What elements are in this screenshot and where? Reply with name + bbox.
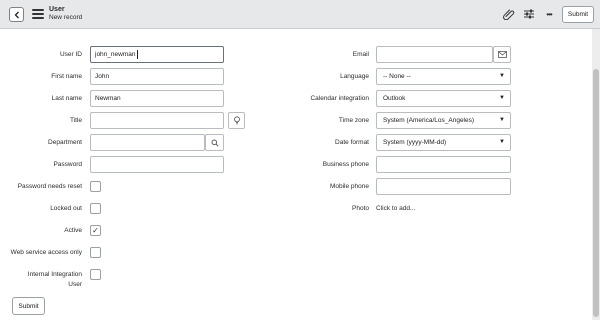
title-field[interactable]	[90, 112, 224, 129]
menu-icon[interactable]	[32, 9, 44, 19]
settings-sliders-icon[interactable]	[522, 7, 536, 21]
business-phone-field[interactable]	[376, 156, 511, 173]
scrollbar-thumb[interactable]	[593, 69, 599, 317]
form-header: User New record ••• Submit	[0, 0, 600, 29]
mobile-phone-label: Mobile phone	[329, 183, 369, 190]
user-id-field[interactable]: john_newman	[90, 46, 224, 63]
chevron-down-icon: ▼	[499, 73, 505, 79]
calendar-integration-label: Calendar integration	[310, 95, 369, 102]
language-select[interactable]: -- None -- ▼	[376, 68, 511, 85]
web-service-access-only-label: Web service access only	[10, 249, 82, 256]
scrollbar[interactable]	[592, 29, 600, 320]
back-button[interactable]	[9, 7, 24, 22]
more-options-icon[interactable]: •••	[542, 7, 556, 21]
photo-add-link[interactable]: Click to add...	[376, 205, 415, 213]
language-label: Language	[340, 73, 369, 80]
locked-out-label: Locked out	[50, 205, 82, 212]
photo-label: Photo	[352, 205, 369, 212]
internal-integration-user-label-line2: User	[68, 281, 82, 288]
department-label: Department	[48, 139, 82, 146]
language-value: -- None --	[383, 73, 411, 80]
envelope-icon	[497, 51, 507, 58]
last-name-label: Last name	[51, 95, 82, 102]
first-name-label: First name	[51, 73, 82, 80]
calendar-integration-value: Outlook	[383, 95, 406, 102]
checkmark-icon: ✓	[92, 226, 99, 235]
time-zone-select[interactable]: System (America/Los_Angeles) ▼	[376, 112, 511, 129]
business-phone-label: Business phone	[322, 161, 369, 168]
password-label: Password	[53, 161, 82, 168]
email-label: Email	[352, 51, 369, 58]
internal-integration-user-label-line1: Internal Integration	[27, 271, 82, 278]
lightbulb-icon	[233, 116, 240, 125]
password-field[interactable]	[90, 156, 224, 173]
chevron-down-icon: ▼	[499, 95, 505, 101]
department-lookup-button[interactable]	[205, 134, 224, 151]
password-needs-reset-label: Password needs reset	[17, 183, 82, 190]
submit-button-top[interactable]: Submit	[562, 6, 594, 23]
web-service-access-only-checkbox[interactable]	[90, 247, 101, 258]
calendar-integration-select[interactable]: Outlook ▼	[376, 90, 511, 107]
attachment-icon[interactable]	[502, 7, 516, 21]
email-send-button[interactable]	[493, 46, 511, 63]
locked-out-checkbox[interactable]	[90, 203, 101, 214]
last-name-field[interactable]: Newman	[90, 90, 224, 107]
password-needs-reset-checkbox[interactable]	[90, 181, 101, 192]
first-name-field[interactable]: John	[90, 68, 224, 85]
chevron-down-icon: ▼	[499, 117, 505, 123]
internal-integration-user-checkbox[interactable]	[90, 269, 101, 280]
back-icon	[14, 11, 19, 18]
active-label: Active	[64, 227, 82, 234]
page-subtitle: New record	[49, 14, 83, 21]
chevron-down-icon: ▼	[499, 139, 505, 145]
submit-button-bottom[interactable]: Submit	[12, 297, 45, 315]
title-label: Title	[69, 117, 82, 124]
search-icon	[211, 139, 219, 147]
department-field[interactable]	[90, 134, 205, 151]
date-format-value: System (yyyy-MM-dd)	[383, 139, 447, 146]
mobile-phone-field[interactable]	[376, 178, 511, 195]
lightbulb-button[interactable]	[228, 112, 245, 129]
email-field[interactable]	[376, 46, 493, 63]
time-zone-value: System (America/Los_Angeles)	[383, 117, 475, 124]
date-format-select[interactable]: System (yyyy-MM-dd) ▼	[376, 134, 511, 151]
text-cursor	[137, 50, 138, 59]
date-format-label: Date format	[335, 139, 369, 146]
time-zone-label: Time zone	[338, 117, 369, 124]
user-id-label: User ID	[59, 51, 82, 58]
active-checkbox[interactable]: ✓	[90, 225, 101, 236]
